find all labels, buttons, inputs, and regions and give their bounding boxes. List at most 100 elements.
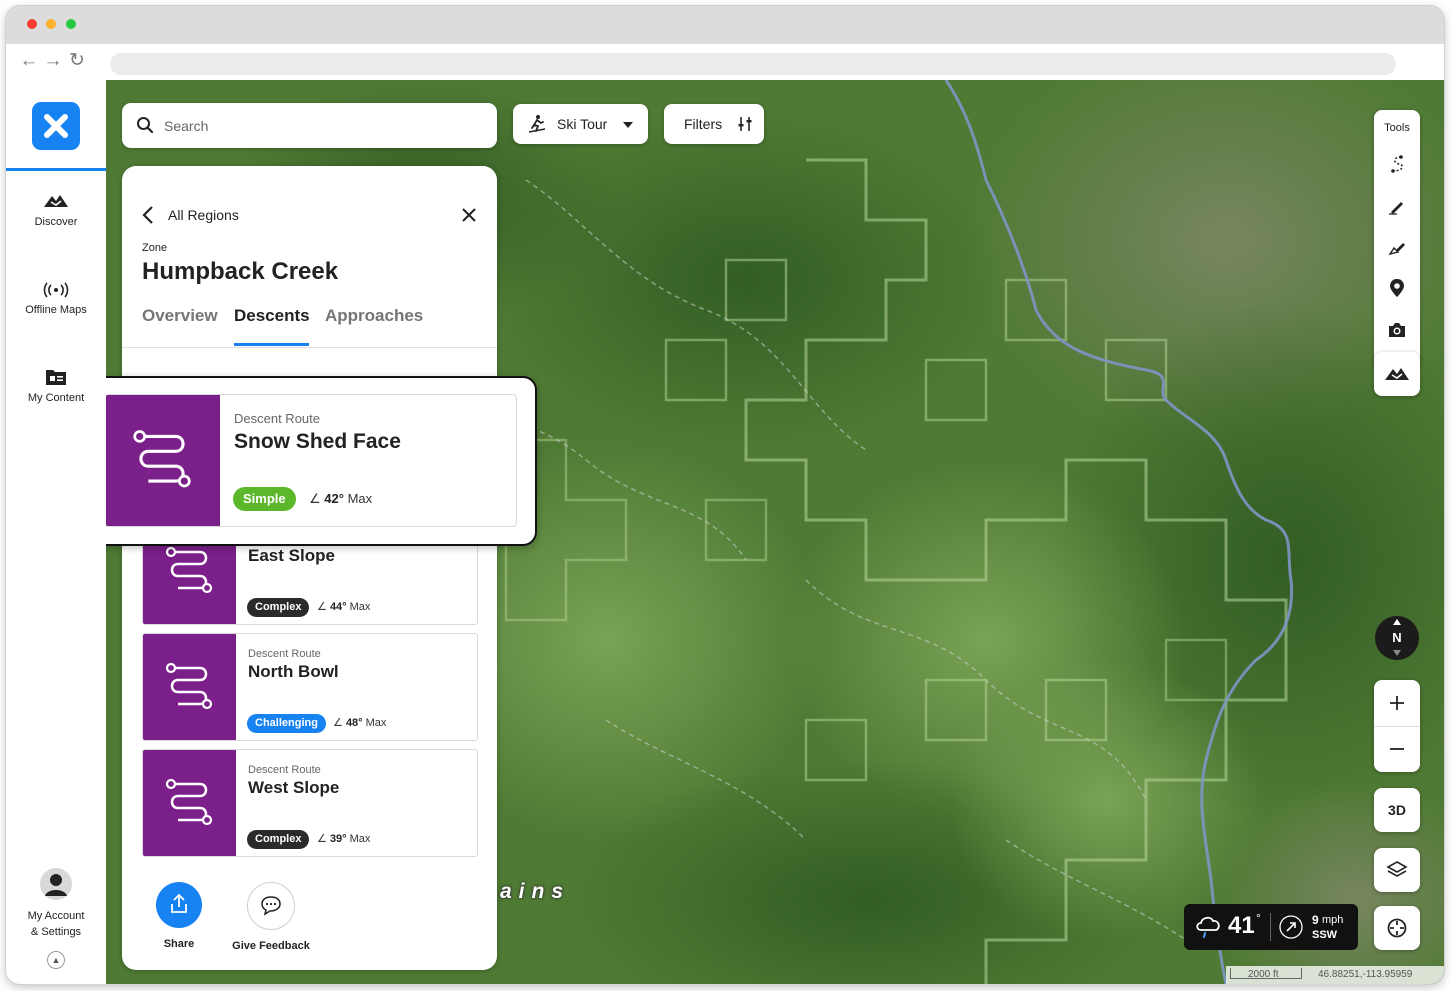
featured-max-angle-value: 42° (324, 491, 344, 506)
search-box[interactable] (122, 103, 497, 148)
compass-up-arrow-icon (1393, 619, 1401, 625)
tab-descents[interactable]: Descents (234, 306, 310, 326)
nav-offline-maps[interactable]: Offline Maps (6, 282, 106, 316)
max-angle-value: 39° (329, 833, 347, 845)
map-pin-icon[interactable] (1387, 278, 1407, 298)
share-label: Share (163, 938, 195, 950)
logo-area (6, 80, 106, 171)
max-angle: ∠ 44° Max (317, 600, 370, 613)
zone-panel: All Regions Zone Humpback Creek Overview… (122, 166, 497, 970)
difficulty-badge: Challenging (247, 714, 326, 733)
max-angle-suffix: Max (349, 833, 371, 845)
give-feedback-button[interactable]: Give Feedback (228, 882, 314, 952)
route-name: West Slope (248, 778, 340, 797)
back-label: All Regions (168, 207, 239, 223)
nav-account[interactable]: My Account & Settings (6, 868, 106, 940)
nav-my-content[interactable]: My Content (6, 368, 106, 404)
tab-approaches[interactable]: Approaches (325, 306, 423, 326)
route-name: North Bowl (248, 662, 339, 681)
minimize-window-dot[interactable] (46, 19, 56, 29)
nav-offline-maps-label: Offline Maps (25, 304, 87, 316)
zoom-controls (1374, 680, 1420, 772)
slope-angle-icon: ∠ (309, 491, 321, 506)
filters-icon (738, 117, 752, 131)
share-circle (156, 882, 202, 928)
weather-widget[interactable]: 41 ° 9 mph SSW (1184, 904, 1358, 950)
offline-maps-icon (43, 282, 69, 298)
map-coordinates: 46.88251,-113.95959 (1318, 969, 1413, 980)
route-card[interactable]: Descent Route North Bowl Challenging ∠ 4… (142, 633, 478, 741)
forward-arrow-icon[interactable]: → (43, 51, 63, 71)
address-bar[interactable] (110, 53, 1396, 75)
camera-icon[interactable] (1387, 320, 1407, 340)
share-button[interactable]: Share (148, 882, 210, 950)
toggle-3d-button[interactable]: 3D (1374, 788, 1420, 832)
tools-title: Tools (1384, 122, 1410, 134)
route-kind: Descent Route (248, 648, 321, 660)
search-input[interactable] (162, 115, 486, 137)
collapse-chevron-icon[interactable]: ▲ (47, 951, 65, 969)
route-card[interactable]: Descent Route West Slope Complex ∠ 39° M… (142, 749, 478, 857)
wind-speed-unit: mph (1322, 914, 1344, 926)
chevron-down-icon (623, 122, 633, 128)
zone-title: Humpback Creek (142, 258, 339, 285)
browser-titlebar (6, 6, 1444, 44)
route-name: East Slope (248, 546, 335, 565)
account-label-line2: & Settings (30, 926, 82, 938)
browser-toolbar: ← → ↻ (6, 44, 1444, 80)
toggle-3d-label: 3D (1388, 802, 1406, 818)
filters-button[interactable]: Filters (664, 104, 764, 144)
featured-route-card[interactable]: Descent Route Snow Shed Face Simple ∠ 42… (106, 394, 517, 527)
target-icon (1387, 918, 1407, 938)
temperature-value: 41 (1228, 912, 1255, 939)
scale-distance: 2000 ft (1248, 969, 1279, 980)
my-content-icon (46, 370, 66, 385)
compass-button[interactable]: N (1375, 616, 1419, 660)
account-label-line1: My Account (27, 910, 85, 922)
activity-label: Ski Tour (557, 116, 608, 132)
route-thumbnail (143, 750, 236, 856)
recenter-button[interactable] (1374, 906, 1420, 950)
nav-discover[interactable]: Discover (6, 192, 106, 228)
activity-dropdown[interactable]: Ski Tour (513, 104, 648, 144)
discover-map-button[interactable] (1374, 352, 1420, 396)
chat-bubble-icon (261, 896, 281, 916)
app: Discover Offline Maps My Content My Acco… (6, 80, 1444, 984)
difficulty-badge: Complex (247, 830, 310, 849)
feedback-circle (247, 882, 295, 930)
tabs-divider (122, 347, 497, 348)
difficulty-badge: Complex (247, 598, 310, 617)
maximize-window-dot[interactable] (66, 19, 76, 29)
layers-button[interactable] (1374, 848, 1420, 892)
reload-icon[interactable]: ↻ (67, 51, 87, 71)
share-icon (171, 893, 187, 913)
featured-route-thumbnail (106, 395, 220, 526)
nav-my-content-label: My Content (27, 392, 85, 404)
route-icon (165, 662, 213, 710)
tab-overview[interactable]: Overview (142, 306, 218, 326)
route-icon (133, 430, 191, 488)
discover-map-icon (1385, 368, 1409, 380)
zoom-in-button[interactable] (1374, 680, 1420, 727)
slope-angle-icon: ∠ (317, 601, 327, 613)
featured-max-angle: ∠ 42° Max (309, 491, 372, 507)
search-icon (137, 117, 154, 134)
route-tool-icon[interactable] (1387, 154, 1407, 174)
draw-line-icon[interactable] (1387, 196, 1407, 216)
app-logo[interactable] (32, 102, 80, 150)
left-nav: Discover Offline Maps My Content My Acco… (6, 80, 106, 984)
close-icon[interactable] (461, 207, 477, 223)
draw-shape-icon[interactable] (1387, 238, 1407, 258)
featured-route-kind: Descent Route (234, 411, 320, 426)
close-window-dot[interactable] (27, 19, 37, 29)
plus-icon (1390, 696, 1404, 710)
zoom-out-button[interactable] (1374, 726, 1420, 772)
back-arrow-icon[interactable]: ← (19, 51, 39, 71)
max-angle-suffix: Max (365, 717, 387, 729)
browser-window: ← → ↻ Discover Offline Maps My Content M… (6, 6, 1444, 984)
map-view[interactable]: ains Ski Tour (106, 80, 1444, 984)
chevron-left-icon (142, 206, 153, 224)
featured-max-angle-suffix: Max (347, 491, 373, 506)
nav-discover-label: Discover (34, 216, 78, 228)
weather-divider (1270, 913, 1271, 941)
